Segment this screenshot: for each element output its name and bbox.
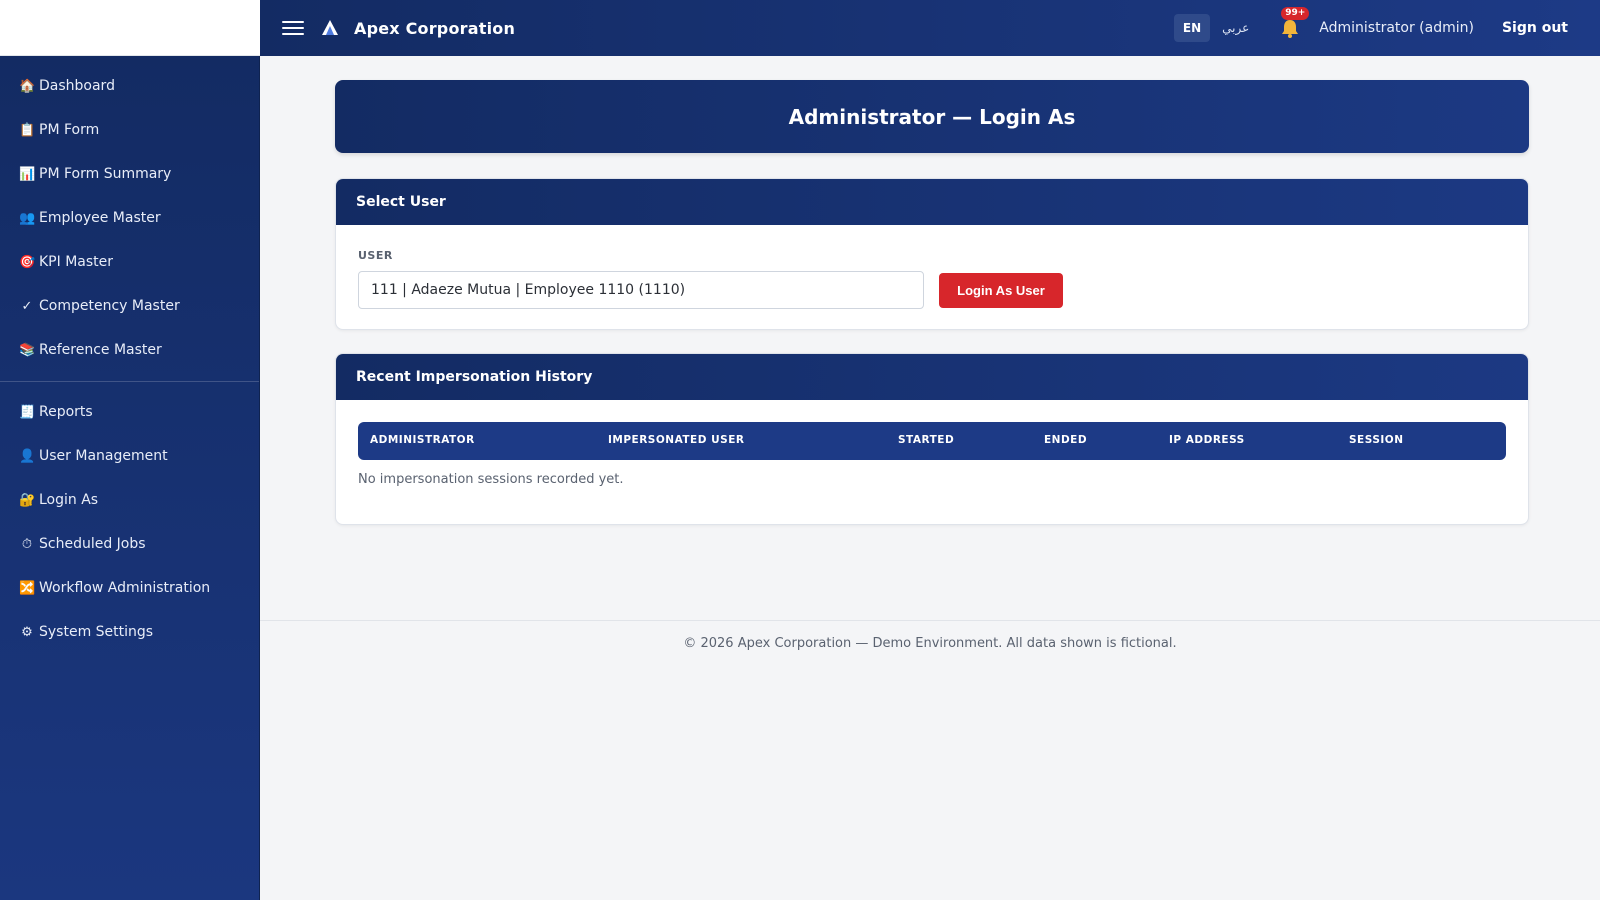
sidebar-item-label: Workflow Administration <box>39 580 211 596</box>
user-field-label: USER <box>358 249 393 262</box>
sidebar-item-reports[interactable]: 🧾 Reports <box>0 390 259 434</box>
clipboard-icon: 📋 <box>19 122 36 138</box>
sidebar-item-label: Login As <box>39 492 99 508</box>
sidebar-item-label: User Management <box>39 448 168 464</box>
column-header-started: STARTED <box>898 434 955 446</box>
user-icon: 👤 <box>19 448 36 464</box>
books-icon: 📚 <box>19 342 36 358</box>
gear-icon: ⚙ <box>21 624 33 640</box>
bar-chart-icon: 📊 <box>19 166 36 182</box>
sidebar-item-label: Dashboard <box>39 78 115 94</box>
page-title: Administrator — Login As <box>335 80 1529 153</box>
history-empty-message: No impersonation sessions recorded yet. <box>358 472 624 487</box>
home-icon: 🏠 <box>19 78 36 94</box>
current-user-label: Administrator (admin) <box>1319 20 1474 36</box>
column-header-ip-address: IP ADDRESS <box>1169 434 1245 446</box>
sidebar-item-user-management[interactable]: 👤 User Management <box>0 434 259 478</box>
sidebar-item-label: Scheduled Jobs <box>39 536 146 552</box>
notification-bell-icon[interactable]: 99+ <box>1279 7 1310 39</box>
impersonation-history-card: Recent Impersonation History ADMINISTRAT… <box>335 353 1529 525</box>
top-bar: Apex Corporation EN عربي 99+ Administrat… <box>260 0 1600 56</box>
target-icon: 🎯 <box>19 254 36 270</box>
sidebar-nav-admin: 🧾 Reports 👤 User Management 🔐 Login As ⏱ Sch… <box>0 390 259 654</box>
history-table-header: ADMINISTRATOR IMPERSONATED USER STARTED … <box>358 422 1506 460</box>
sidebar-item-reference-master[interactable]: 📚 Reference Master <box>0 328 259 372</box>
sidebar-item-label: PM Form <box>39 122 100 138</box>
sidebar-item-kpi-master[interactable]: 🎯 KPI Master <box>0 240 259 284</box>
bell-icon <box>1282 20 1299 38</box>
sidebar-item-competency-master[interactable]: ✓ Competency Master <box>0 284 259 328</box>
sign-out-link[interactable]: Sign out <box>1502 20 1568 36</box>
sidebar-item-scheduled-jobs[interactable]: ⏱ Scheduled Jobs <box>0 522 259 566</box>
sidebar-item-label: KPI Master <box>39 254 114 270</box>
sidebar-item-label: PM Form Summary <box>39 166 172 182</box>
lock-key-icon: 🔐 <box>19 492 36 508</box>
brand-logo-icon <box>322 20 338 35</box>
sidebar-item-label: Employee Master <box>39 210 161 226</box>
sidebar-item-system-settings[interactable]: ⚙ System Settings <box>0 610 259 654</box>
login-as-user-button[interactable]: Login As User <box>939 273 1063 308</box>
sidebar-item-label: System Settings <box>39 624 154 640</box>
user-select[interactable]: 111 | Adaeze Mutua | Employee 1110 (1110… <box>358 271 924 309</box>
sidebar-item-dashboard[interactable]: 🏠 Dashboard <box>0 64 259 108</box>
sidebar-logo-area <box>0 0 260 56</box>
users-icon: 👥 <box>19 210 36 226</box>
column-header-impersonated-user: IMPERSONATED USER <box>608 434 745 446</box>
notification-badge: 99+ <box>1281 7 1310 20</box>
shuffle-icon: 🔀 <box>19 580 36 596</box>
column-header-session: SESSION <box>1349 434 1404 446</box>
check-icon: ✓ <box>21 298 33 314</box>
select-user-header: Select User <box>336 179 1528 225</box>
language-en-button[interactable]: EN <box>1173 14 1211 42</box>
stopwatch-icon: ⏱ <box>21 536 33 552</box>
sidebar-item-label: Reference Master <box>39 342 162 358</box>
top-right-controls: EN عربي 99+ Administrator (admin) Sign o… <box>1173 7 1600 42</box>
column-header-administrator: ADMINISTRATOR <box>370 434 475 446</box>
language-ar-button[interactable]: عربي <box>1222 21 1249 35</box>
sidebar-item-label: Competency Master <box>39 298 180 314</box>
footer: © 2026 Apex Corporation — Demo Environme… <box>260 620 1600 660</box>
sidebar-item-pm-form[interactable]: 📋 PM Form <box>0 108 259 152</box>
sidebar-nav-main: 🏠 Dashboard 📋 PM Form 📊 PM Form Summary 👥 Em… <box>0 56 259 372</box>
sidebar-item-label: Reports <box>39 404 93 420</box>
sidebar-divider <box>0 381 259 382</box>
brand-name: Apex Corporation <box>354 18 516 38</box>
footer-text: © 2026 Apex Corporation — Demo Environme… <box>683 636 1177 651</box>
column-header-ended: ENDED <box>1044 434 1088 446</box>
sidebar-item-workflow-administration[interactable]: 🔀 Workflow Administration <box>0 566 259 610</box>
select-user-card: Select User USER 111 | Adaeze Mutua | Em… <box>335 178 1529 330</box>
sidebar-item-pm-form-summary[interactable]: 📊 PM Form Summary <box>0 152 259 196</box>
sidebar-item-login-as[interactable]: 🔐 Login As <box>0 478 259 522</box>
impersonation-history-header: Recent Impersonation History <box>336 354 1528 400</box>
hamburger-menu-icon[interactable] <box>282 17 304 39</box>
sidebar-item-employee-master[interactable]: 👥 Employee Master <box>0 196 259 240</box>
sidebar: 🏠 Dashboard 📋 PM Form 📊 PM Form Summary 👥 Em… <box>0 56 260 900</box>
receipt-icon: 🧾 <box>19 404 36 420</box>
